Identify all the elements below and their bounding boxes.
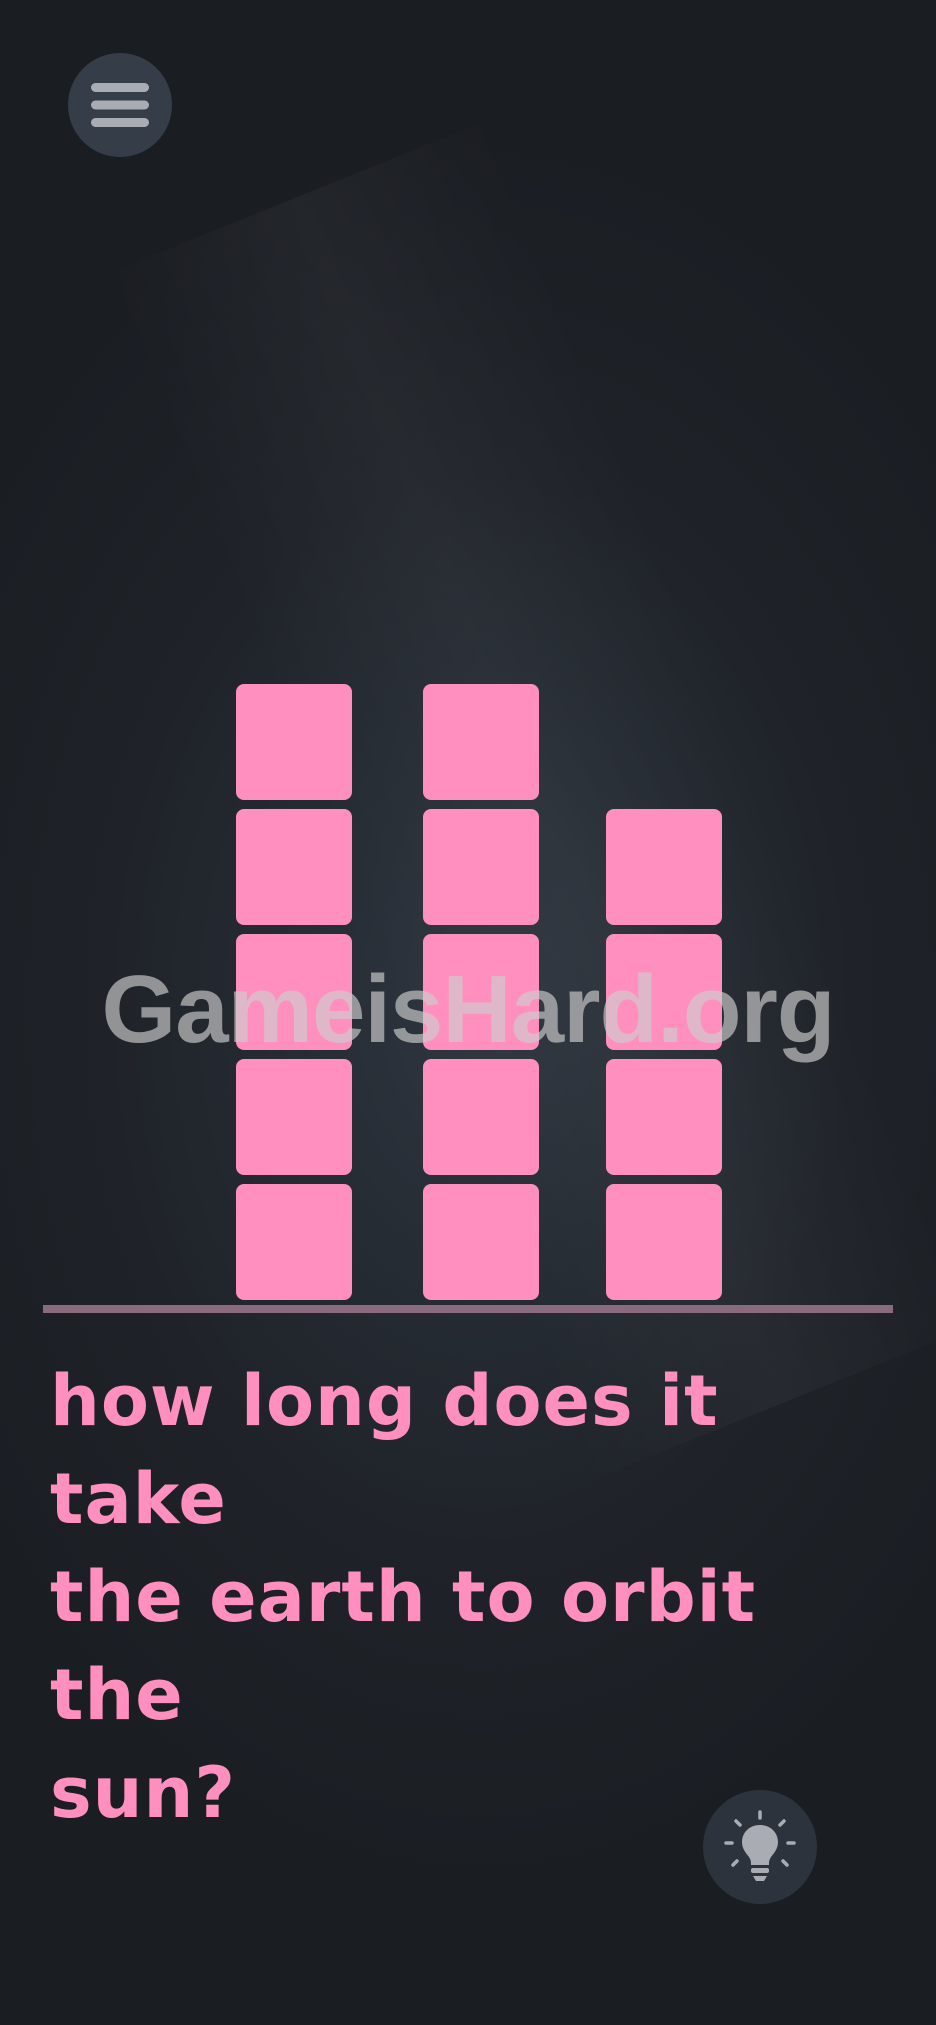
answer-tile[interactable]: [236, 684, 352, 800]
answer-tile[interactable]: [423, 934, 539, 1050]
answer-tile[interactable]: [236, 934, 352, 1050]
answer-tile[interactable]: [236, 809, 352, 925]
answer-tile[interactable]: [236, 1184, 352, 1300]
answer-tile[interactable]: [423, 684, 539, 800]
answer-tile[interactable]: [423, 809, 539, 925]
answer-tile[interactable]: [236, 1059, 352, 1175]
game-screen: GameisHard.org how long does it take the…: [0, 0, 936, 2025]
answer-tile[interactable]: [606, 934, 722, 1050]
answer-tile[interactable]: [423, 1059, 539, 1175]
answer-tile[interactable]: [606, 809, 722, 925]
answer-tile[interactable]: [606, 1059, 722, 1175]
lightbulb-icon: [724, 1810, 796, 1881]
answer-tile[interactable]: [423, 1184, 539, 1300]
hint-button[interactable]: [703, 1790, 817, 1904]
ground-line: [43, 1305, 893, 1313]
question-text: how long does it take the earth to orbit…: [50, 1360, 757, 1834]
answer-tile[interactable]: [606, 1184, 722, 1300]
